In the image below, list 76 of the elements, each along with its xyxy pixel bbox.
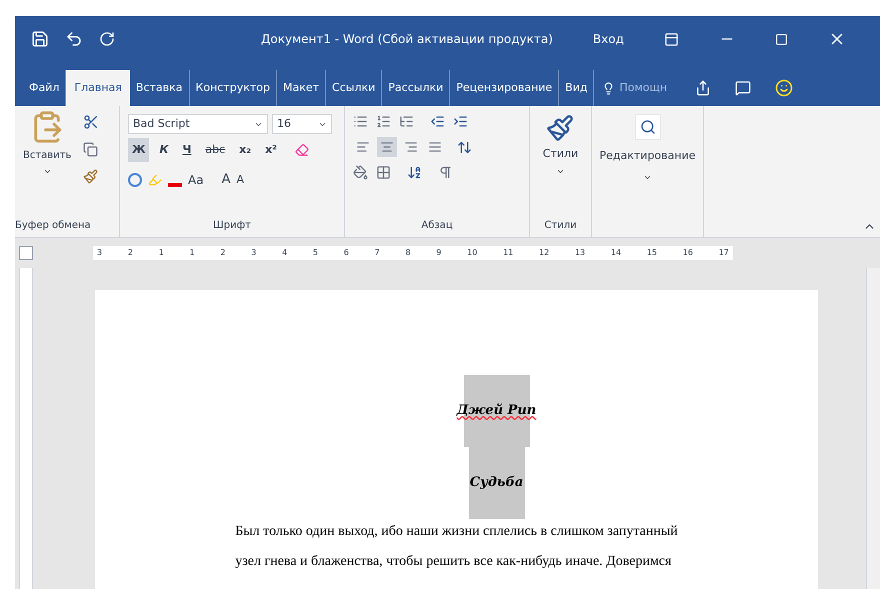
editing-button[interactable]: Редактирование: [600, 114, 696, 182]
share-icon[interactable]: [695, 80, 712, 96]
smiley-icon[interactable]: [775, 79, 794, 97]
ruler-number: 10: [467, 247, 478, 259]
format-button[interactable]: Ж: [128, 138, 150, 162]
format-button[interactable]: Ч: [178, 138, 196, 162]
styles-button[interactable]: Стили: [542, 114, 578, 176]
borders-icon[interactable]: [376, 165, 391, 180]
scissors-icon[interactable]: [83, 114, 100, 130]
document-title: Джей Рип: [456, 402, 536, 420]
lightbulb-icon: [602, 82, 616, 94]
ruler-number: 3: [251, 247, 256, 259]
ruler-number: 12: [539, 247, 550, 259]
ruler-number: 7: [374, 247, 380, 259]
multilevel-list-icon[interactable]: [399, 114, 414, 129]
maximize-icon[interactable]: [774, 32, 788, 46]
font-size-field[interactable]: 16: [272, 114, 332, 134]
redo-icon[interactable]: [99, 31, 115, 47]
ruler-number: 14: [610, 247, 622, 259]
increase-indent-icon[interactable]: [453, 114, 468, 129]
format-button[interactable]: x₂: [235, 138, 256, 162]
ruler-number: 2: [220, 247, 226, 259]
ruler-number: 5: [312, 247, 318, 259]
ruler-number: 6: [344, 247, 349, 259]
shading-icon[interactable]: [353, 165, 368, 180]
group-label: Стили: [544, 219, 577, 233]
ruler-number: 16: [682, 247, 693, 259]
pilcrow-icon[interactable]: [438, 165, 453, 180]
ruler-number: 4: [282, 247, 288, 259]
line-spacing-icon[interactable]: [457, 140, 472, 154]
grow-font-button[interactable]: A: [222, 170, 230, 190]
shrink-font-button[interactable]: A: [236, 172, 244, 188]
tell-me-field[interactable]: Помощн: [619, 80, 680, 96]
ruler-number: 11: [503, 247, 514, 259]
ruler-number: 15: [646, 247, 657, 259]
ribbon-display-icon[interactable]: [664, 32, 679, 46]
format-button[interactable]: abc: [201, 138, 230, 162]
format-button[interactable]: x²: [261, 138, 281, 162]
sort-icon[interactable]: [407, 165, 422, 180]
sign-in-link[interactable]: Вход: [592, 30, 624, 48]
scrollbar[interactable]: [866, 268, 880, 589]
text-effects-icon[interactable]: [128, 172, 142, 187]
align-center-icon[interactable]: [377, 137, 397, 157]
paragraph-line: узел гнева и блаженства, чтобы решить все как-нибудь иначе. Доверимся: [235, 553, 672, 571]
window-title: Документ1 - Word (Сбой активации продукта): [261, 31, 553, 48]
comment-icon[interactable]: [735, 80, 752, 96]
bullet-list-icon[interactable]: [353, 114, 368, 129]
ruler-number: 3: [97, 247, 102, 259]
ruler-number: 8: [405, 247, 411, 259]
ruler-number: 1: [190, 247, 195, 259]
format-button[interactable]: К: [155, 138, 172, 162]
copy-icon[interactable]: [83, 142, 98, 157]
ruler-number: 2: [128, 247, 133, 259]
tab-stop-icon[interactable]: [19, 246, 33, 260]
eraser-icon[interactable]: [294, 143, 309, 157]
caret-icon: [42, 167, 52, 176]
paragraph-line: Был только один выход, ибо наши жизни сплелись в слишком запутанный: [235, 523, 678, 541]
numbered-list-icon[interactable]: [376, 114, 391, 129]
ruler-number: 17: [718, 247, 729, 259]
group-label: Абзац: [421, 219, 453, 233]
group-label: Буфер обмена: [15, 219, 92, 233]
ruler-number: 13: [574, 247, 586, 259]
undo-icon[interactable]: [65, 30, 83, 48]
decrease-indent-icon[interactable]: [430, 114, 445, 129]
paste-button[interactable]: Вставить: [23, 110, 72, 176]
ruler-number: 9: [436, 247, 442, 259]
styles-brush-icon: [546, 114, 574, 142]
save-icon[interactable]: [31, 30, 49, 48]
group-label: Шрифт: [213, 219, 251, 233]
brush-icon[interactable]: [83, 169, 98, 184]
document-subtitle: Судьба: [470, 474, 524, 492]
ribbon-tab[interactable]: Главная: [66, 70, 130, 106]
ruler-number: 1: [158, 247, 164, 259]
search-icon: [634, 114, 660, 140]
font-name-field[interactable]: Bad Script: [128, 114, 268, 134]
change-case-button[interactable]: Aa: [188, 170, 204, 189]
